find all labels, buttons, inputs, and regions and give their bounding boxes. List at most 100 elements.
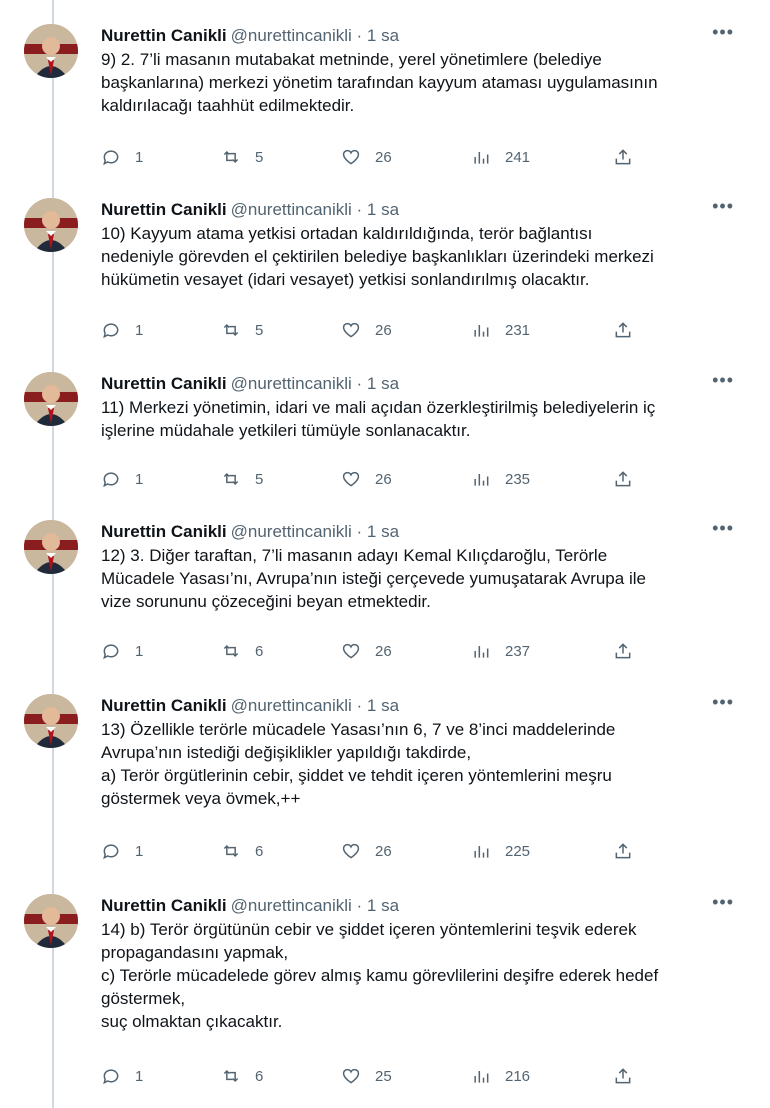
analytics-icon — [474, 152, 489, 164]
avatar[interactable] — [24, 520, 78, 574]
retweet-button[interactable]: 6 — [221, 1064, 263, 1088]
reply-icon — [103, 150, 119, 166]
share-button[interactable] — [613, 1064, 633, 1088]
retweet-icon — [223, 472, 239, 486]
reply-icon — [103, 1069, 119, 1085]
view-count: 231 — [505, 321, 531, 339]
share-button[interactable] — [613, 467, 633, 491]
more-options-icon[interactable]: ••• — [712, 518, 734, 539]
heart-icon — [342, 471, 360, 487]
more-options-icon[interactable]: ••• — [712, 892, 734, 913]
author-handle[interactable]: @nurettincanikli · 1 sa — [231, 26, 399, 45]
author-handle[interactable]: @nurettincanikli · 1 sa — [231, 696, 399, 715]
tweet-header: Nurettin Canikli @nurettincanikli · 1 sa — [101, 372, 740, 396]
retweet-count: 6 — [255, 1067, 264, 1085]
views-button[interactable]: 225 — [471, 839, 530, 863]
reply-count: 1 — [135, 470, 144, 488]
avatar[interactable] — [24, 694, 78, 748]
tweet-header: Nurettin Canikli @nurettincanikli · 1 sa — [101, 520, 740, 544]
share-button[interactable] — [613, 839, 633, 863]
share-button[interactable] — [613, 639, 633, 663]
more-options-icon[interactable]: ••• — [712, 370, 734, 391]
reply-button[interactable]: 1 — [101, 145, 143, 169]
author-name[interactable]: Nurettin Canikli — [101, 26, 227, 45]
share-icon — [615, 1068, 631, 1084]
reply-button[interactable]: 1 — [101, 1064, 143, 1088]
reply-button[interactable]: 1 — [101, 639, 143, 663]
tweet-actions: 1 6 25 216 — [101, 1064, 641, 1088]
retweet-count: 5 — [255, 148, 264, 166]
avatar[interactable] — [24, 198, 78, 252]
author-handle[interactable]: @nurettincanikli · 1 sa — [231, 374, 399, 393]
avatar[interactable] — [24, 24, 78, 78]
like-button[interactable]: 26 — [341, 467, 392, 491]
retweet-count: 6 — [255, 642, 264, 660]
tweet-text: 13) Özellikle terörle mücadele Yasası’nı… — [101, 720, 616, 808]
like-count: 26 — [375, 642, 392, 660]
share-icon — [615, 322, 631, 338]
retweet-icon — [223, 1069, 239, 1083]
views-button[interactable]: 237 — [471, 639, 530, 663]
reply-count: 1 — [135, 321, 144, 339]
retweet-button[interactable]: 5 — [221, 467, 263, 491]
heart-icon — [342, 322, 360, 338]
retweet-button[interactable]: 6 — [221, 639, 263, 663]
analytics-icon — [474, 646, 489, 658]
like-button[interactable]: 26 — [341, 318, 392, 342]
author-name[interactable]: Nurettin Canikli — [101, 696, 227, 715]
views-button[interactable]: 231 — [471, 318, 530, 342]
heart-icon — [342, 1068, 360, 1084]
tweet-text: 11) Merkezi yönetimin, idari ve mali açı… — [101, 398, 656, 440]
retweet-button[interactable]: 5 — [221, 145, 263, 169]
retweet-button[interactable]: 5 — [221, 318, 263, 342]
author-name[interactable]: Nurettin Canikli — [101, 374, 227, 393]
avatar[interactable] — [24, 894, 78, 948]
share-button[interactable] — [613, 145, 633, 169]
more-options-icon[interactable]: ••• — [712, 692, 734, 713]
like-count: 26 — [375, 148, 392, 166]
avatar[interactable] — [24, 372, 78, 426]
tweet-actions: 1 5 26 241 — [101, 145, 641, 169]
view-count: 225 — [505, 842, 531, 860]
more-options-icon[interactable]: ••• — [712, 196, 734, 217]
author-handle[interactable]: @nurettincanikli · 1 sa — [231, 200, 399, 219]
analytics-icon — [474, 474, 489, 486]
author-name[interactable]: Nurettin Canikli — [101, 522, 227, 541]
retweet-icon — [223, 844, 239, 858]
like-button[interactable]: 26 — [341, 639, 392, 663]
share-icon — [615, 149, 631, 165]
view-count: 216 — [505, 1067, 531, 1085]
tweet-header: Nurettin Canikli @nurettincanikli · 1 sa — [101, 24, 740, 48]
views-button[interactable]: 241 — [471, 145, 530, 169]
like-button[interactable]: 26 — [341, 839, 392, 863]
tweet-text: 14) b) Terör örgütünün cebir ve şiddet i… — [101, 920, 659, 1031]
author-name[interactable]: Nurettin Canikli — [101, 896, 227, 915]
reply-button[interactable]: 1 — [101, 839, 143, 863]
tweet-text: 10) Kayyum atama yetkisi ortadan kaldırı… — [101, 224, 654, 289]
reply-button[interactable]: 1 — [101, 318, 143, 342]
tweet-header: Nurettin Canikli @nurettincanikli · 1 sa — [101, 694, 740, 718]
tweet-actions: 1 5 26 231 — [101, 318, 641, 342]
more-options-icon[interactable]: ••• — [712, 22, 734, 43]
tweet-actions: 1 6 26 225 — [101, 839, 641, 863]
reply-icon — [103, 472, 119, 488]
retweet-button[interactable]: 6 — [221, 839, 263, 863]
tweet-text: 9) 2. 7’li masanın mutabakat metninde, y… — [101, 50, 658, 115]
author-handle[interactable]: @nurettincanikli · 1 sa — [231, 522, 399, 541]
retweet-count: 5 — [255, 321, 264, 339]
like-button[interactable]: 25 — [341, 1064, 392, 1088]
heart-icon — [342, 643, 360, 659]
retweet-icon — [223, 323, 239, 337]
author-name[interactable]: Nurettin Canikli — [101, 200, 227, 219]
author-handle[interactable]: @nurettincanikli · 1 sa — [231, 896, 399, 915]
tweet-thread: Nurettin Canikli @nurettincanikli · 1 sa … — [0, 0, 770, 1108]
analytics-icon — [474, 1071, 489, 1083]
tweet-actions: 1 5 26 235 — [101, 467, 641, 491]
heart-icon — [342, 149, 360, 165]
views-button[interactable]: 235 — [471, 467, 530, 491]
share-button[interactable] — [613, 318, 633, 342]
view-count: 241 — [505, 148, 531, 166]
reply-button[interactable]: 1 — [101, 467, 143, 491]
like-button[interactable]: 26 — [341, 145, 392, 169]
views-button[interactable]: 216 — [471, 1064, 530, 1088]
